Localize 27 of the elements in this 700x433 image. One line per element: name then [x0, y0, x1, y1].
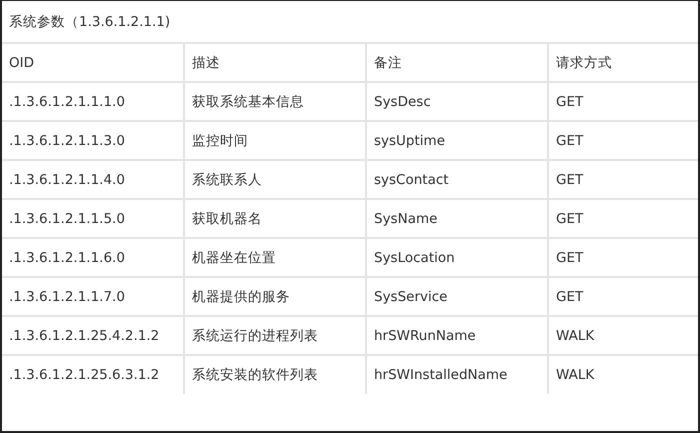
table-cell: .1.3.6.1.2.1.1.6.0: [2, 238, 184, 277]
table-cell: 监控时间: [184, 121, 366, 160]
table-cell: SysName: [366, 199, 548, 238]
table-cell: SysService: [366, 277, 548, 316]
table-cell: WALK: [548, 355, 698, 394]
column-header: 描述: [184, 43, 366, 82]
column-header: OID: [2, 43, 184, 82]
table-cell: .1.3.6.1.2.1.25.4.2.1.2: [2, 316, 184, 355]
table-cell: 获取机器名: [184, 199, 366, 238]
table-cell: .1.3.6.1.2.1.1.3.0: [2, 121, 184, 160]
table-cell: sysContact: [366, 160, 548, 199]
table-cell: 机器提供的服务: [184, 277, 366, 316]
table-cell: 系统联系人: [184, 160, 366, 199]
column-header: 备注: [366, 43, 548, 82]
table-cell: SysDesc: [366, 82, 548, 121]
table-cell: hrSWRunName: [366, 316, 548, 355]
table-cell: SysLocation: [366, 238, 548, 277]
table-title: 系统参数（1.3.6.1.2.1.1): [2, 1, 698, 43]
table-cell: .1.3.6.1.2.1.1.1.0: [2, 82, 184, 121]
table-cell: .1.3.6.1.2.1.1.4.0: [2, 160, 184, 199]
table-cell: 获取系统基本信息: [184, 82, 366, 121]
table-cell: .1.3.6.1.2.1.1.5.0: [2, 199, 184, 238]
table-cell: sysUptime: [366, 121, 548, 160]
table-cell: 系统运行的进程列表: [184, 316, 366, 355]
table-cell: 机器坐在位置: [184, 238, 366, 277]
table-cell: .1.3.6.1.2.1.25.6.3.1.2: [2, 355, 184, 394]
table-cell: .1.3.6.1.2.1.1.7.0: [2, 277, 184, 316]
